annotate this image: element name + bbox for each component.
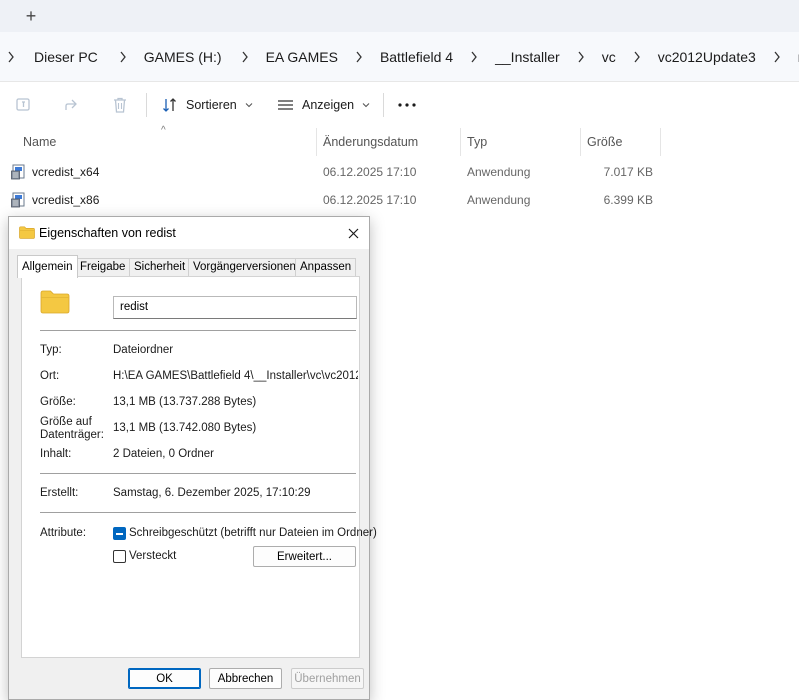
created-value: Samstag, 6. Dezember 2025, 17:10:29	[113, 487, 311, 499]
divider	[40, 473, 356, 474]
sort-button[interactable]: Sortieren	[162, 93, 253, 117]
toolbar-divider	[383, 93, 384, 117]
chevron-right-icon[interactable]	[770, 50, 784, 64]
tab-strip: +	[0, 0, 799, 32]
file-size: 6.399 KB	[603, 193, 653, 207]
hidden-checkbox[interactable]	[113, 550, 126, 563]
chevron-down-icon	[245, 103, 253, 108]
breadcrumb-item[interactable]: Battlefield 4	[374, 45, 459, 69]
folder-name-input[interactable]: redist	[113, 296, 357, 319]
column-name[interactable]: Name	[17, 128, 315, 156]
command-bar: Sortieren Anzeigen	[0, 82, 799, 128]
readonly-checkbox[interactable]	[113, 527, 126, 540]
folder-icon	[19, 226, 35, 239]
share-icon[interactable]	[62, 95, 82, 115]
chevron-right-icon[interactable]	[574, 50, 588, 64]
chevron-down-icon	[362, 103, 370, 108]
more-options-button[interactable]	[397, 95, 417, 115]
location-value: H:\EA GAMES\Battlefield 4\__Installer\vc…	[113, 370, 358, 382]
chevron-right-icon[interactable]	[116, 50, 130, 64]
breadcrumb-item[interactable]: Dieser PC	[28, 45, 104, 69]
tab-freigabe[interactable]: Freigabe	[75, 258, 131, 277]
tab-sicherheit[interactable]: Sicherheit	[129, 258, 191, 277]
advanced-button[interactable]: Erweitert...	[253, 546, 356, 567]
created-label: Erstellt:	[40, 487, 79, 499]
type-label: Typ:	[40, 344, 62, 356]
column-header: ^ Name Änderungsdatum Typ Größe	[0, 125, 799, 156]
file-type: Anwendung	[467, 193, 531, 207]
breadcrumb-item[interactable]: EA GAMES	[260, 45, 344, 69]
column-type[interactable]: Typ	[461, 128, 579, 156]
installer-file-icon	[11, 164, 25, 180]
disk-size-label-line1: Größe auf	[40, 416, 92, 428]
view-button[interactable]: Anzeigen	[277, 93, 370, 117]
tab-allgemein[interactable]: Allgemein	[17, 255, 78, 278]
cancel-button[interactable]: Abbrechen	[209, 668, 282, 689]
toolbar-divider	[146, 93, 147, 117]
chevron-right-icon[interactable]	[467, 50, 481, 64]
close-button[interactable]	[343, 223, 363, 243]
new-tab-button[interactable]: +	[20, 5, 42, 27]
readonly-label[interactable]: Schreibgeschützt (betrifft nur Dateien i…	[129, 527, 377, 539]
sort-label: Sortieren	[186, 98, 237, 112]
folder-icon	[40, 290, 70, 314]
size-value: 13,1 MB (13.737.288 Bytes)	[113, 396, 257, 408]
contents-value: 2 Dateien, 0 Ordner	[113, 448, 215, 460]
divider	[40, 512, 356, 513]
tab-anpassen[interactable]: Anpassen	[295, 258, 357, 277]
breadcrumb-item[interactable]: __Installer	[489, 45, 566, 69]
breadcrumb-item[interactable]: GAMES (H:)	[138, 45, 228, 69]
file-name: vcredist_x86	[32, 193, 100, 207]
file-row[interactable]: vcredist_x86 06.12.2025 17:10 Anwendung …	[0, 186, 799, 214]
ok-button[interactable]: OK	[128, 668, 201, 689]
breadcrumb-item[interactable]: vc2012Update3	[652, 45, 762, 69]
sort-icon	[163, 98, 176, 112]
breadcrumb-item[interactable]: vc	[596, 45, 622, 69]
location-label: Ort:	[40, 370, 60, 382]
disk-size-label-line2: Datenträger:	[40, 429, 104, 441]
breadcrumb: Dieser PC GAMES (H:) EA GAMES Battlefiel…	[0, 32, 799, 81]
contents-label: Inhalt:	[40, 448, 72, 460]
type-value: Dateiordner	[113, 344, 174, 356]
chevron-right-icon[interactable]	[4, 50, 18, 64]
address-bar[interactable]: Dieser PC GAMES (H:) EA GAMES Battlefiel…	[0, 32, 799, 82]
file-type: Anwendung	[467, 165, 531, 179]
column-date[interactable]: Änderungsdatum	[317, 128, 459, 156]
breadcrumb-item[interactable]: redist	[792, 45, 799, 69]
chevron-right-icon[interactable]	[238, 50, 252, 64]
file-name: vcredist_x64	[32, 165, 100, 179]
file-row[interactable]: vcredist_x64 06.12.2025 17:10 Anwendung …	[0, 158, 799, 186]
disk-size-value: 13,1 MB (13.742.080 Bytes)	[113, 422, 257, 434]
disk-size-label: Größe auf Datenträger:	[40, 416, 104, 442]
attributes-label: Attribute:	[40, 527, 87, 539]
size-label: Größe:	[40, 396, 76, 408]
tab-vorgaengerversionen[interactable]: Vorgängerversionen	[188, 258, 301, 277]
chevron-right-icon[interactable]	[352, 50, 366, 64]
close-icon	[348, 228, 358, 238]
file-date: 06.12.2025 17:10	[323, 193, 417, 207]
delete-icon[interactable]	[110, 95, 130, 115]
divider	[40, 330, 356, 331]
view-list-icon	[278, 100, 293, 110]
hidden-label[interactable]: Versteckt	[129, 550, 176, 562]
rename-icon[interactable]	[14, 95, 34, 115]
view-label: Anzeigen	[302, 98, 355, 112]
apply-button[interactable]: Übernehmen	[291, 668, 364, 689]
dialog-title-bar[interactable]: Eigenschaften von redist	[9, 217, 369, 249]
more-dots-icon	[398, 103, 416, 107]
installer-file-icon	[11, 192, 25, 208]
file-date: 06.12.2025 17:10	[323, 165, 417, 179]
file-size: 7.017 KB	[603, 165, 653, 179]
column-divider[interactable]	[660, 128, 661, 156]
chevron-right-icon[interactable]	[630, 50, 644, 64]
column-size[interactable]: Größe	[581, 128, 659, 156]
dialog-title: Eigenschaften von redist	[39, 226, 176, 240]
properties-dialog: Eigenschaften von redist Allgemein Freig…	[8, 216, 377, 700]
general-tab-panel: redist Typ: Dateiordner Ort: H:\EA GAMES…	[21, 276, 377, 658]
